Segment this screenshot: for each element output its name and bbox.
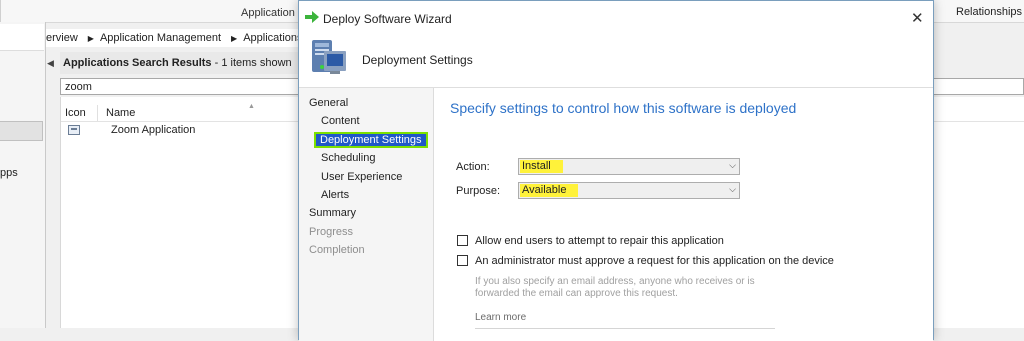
- results-header: Applications Search Results - 1 items sh…: [60, 52, 303, 74]
- column-header-icon[interactable]: Icon: [65, 107, 86, 119]
- step-progress: Progress: [309, 226, 354, 238]
- email-approval-note: If you also specify an email address, an…: [475, 276, 755, 299]
- breadcrumb-item[interactable]: erview: [46, 32, 78, 44]
- ribbon-divider: [0, 0, 1, 22]
- breadcrumb-item[interactable]: Application Management: [100, 32, 221, 44]
- step-deployment-settings[interactable]: Deployment Settings: [314, 132, 428, 148]
- repair-label[interactable]: Allow end users to attempt to repair thi…: [475, 235, 724, 247]
- deploy-software-wizard: Deploy Software Wizard ✕ Deployment Sett…: [298, 0, 934, 341]
- wizard-header: Deployment Settings: [299, 33, 933, 88]
- nav-item-apps[interactable]: pps: [0, 167, 18, 179]
- action-select[interactable]: Install ⌵: [518, 158, 740, 175]
- application-icon: [68, 125, 80, 135]
- step-completion: Completion: [309, 244, 365, 256]
- action-value: Install: [520, 160, 563, 173]
- action-label: Action:: [456, 161, 490, 173]
- dialog-titlebar[interactable]: Deploy Software Wizard ✕: [299, 1, 933, 33]
- computer-tower-icon: [312, 40, 346, 74]
- purpose-label: Purpose:: [456, 185, 501, 197]
- nav-selected-node[interactable]: [0, 121, 43, 141]
- approve-label[interactable]: An administrator must approve a request …: [475, 255, 834, 267]
- wizard-steps-nav: General Content Deployment Settings Sche…: [299, 88, 434, 341]
- divider: [475, 328, 775, 329]
- content-heading: Specify settings to control how this sof…: [450, 100, 797, 116]
- breadcrumb-arrow-icon: ▶: [87, 34, 94, 43]
- learn-more-link[interactable]: Learn more: [475, 312, 526, 323]
- column-header-name[interactable]: Name: [106, 107, 135, 119]
- step-scheduling[interactable]: Scheduling: [321, 150, 375, 166]
- repair-checkbox[interactable]: [457, 235, 468, 246]
- wizard-content: Specify settings to control how this sof…: [434, 88, 933, 341]
- breadcrumb-item[interactable]: Applications: [243, 32, 302, 44]
- ribbon-group-application: Application: [241, 7, 295, 19]
- ribbon-right: Relationships: [935, 0, 1024, 22]
- breadcrumb-arrow-icon: ▶: [231, 34, 238, 43]
- step-alerts[interactable]: Alerts: [321, 187, 349, 203]
- purpose-select[interactable]: Available ⌵: [518, 182, 740, 199]
- close-icon[interactable]: ✕: [911, 9, 924, 27]
- sort-ascending-icon: ▲: [248, 103, 255, 110]
- column-divider[interactable]: [97, 105, 98, 121]
- results-title: Applications Search Results: [63, 57, 212, 69]
- row-name: Zoom Application: [111, 124, 196, 136]
- approve-checkbox[interactable]: [457, 255, 468, 266]
- chevron-down-icon: ⌵: [729, 160, 736, 170]
- dialog-title: Deploy Software Wizard: [323, 12, 452, 26]
- breadcrumb: erview ▶ Application Management ▶ Applicatio…: [46, 29, 306, 47]
- green-arrow-icon: [305, 11, 319, 23]
- console-navigation-pane: pps: [0, 22, 46, 328]
- results-count: 1 items shown: [221, 57, 292, 69]
- chevron-down-icon: ⌵: [729, 184, 736, 194]
- wizard-page-heading: Deployment Settings: [362, 53, 473, 67]
- nav-header-box: [0, 24, 44, 51]
- ribbon-group-relationships: Relationships: [956, 6, 1023, 18]
- collapse-pane-icon[interactable]: ◀: [47, 58, 54, 69]
- step-user-experience[interactable]: User Experience: [321, 169, 402, 185]
- step-general[interactable]: General: [309, 95, 348, 111]
- purpose-value: Available: [520, 184, 579, 197]
- step-content[interactable]: Content: [321, 113, 360, 129]
- step-summary[interactable]: Summary: [309, 205, 356, 221]
- results-separator: -: [214, 57, 219, 69]
